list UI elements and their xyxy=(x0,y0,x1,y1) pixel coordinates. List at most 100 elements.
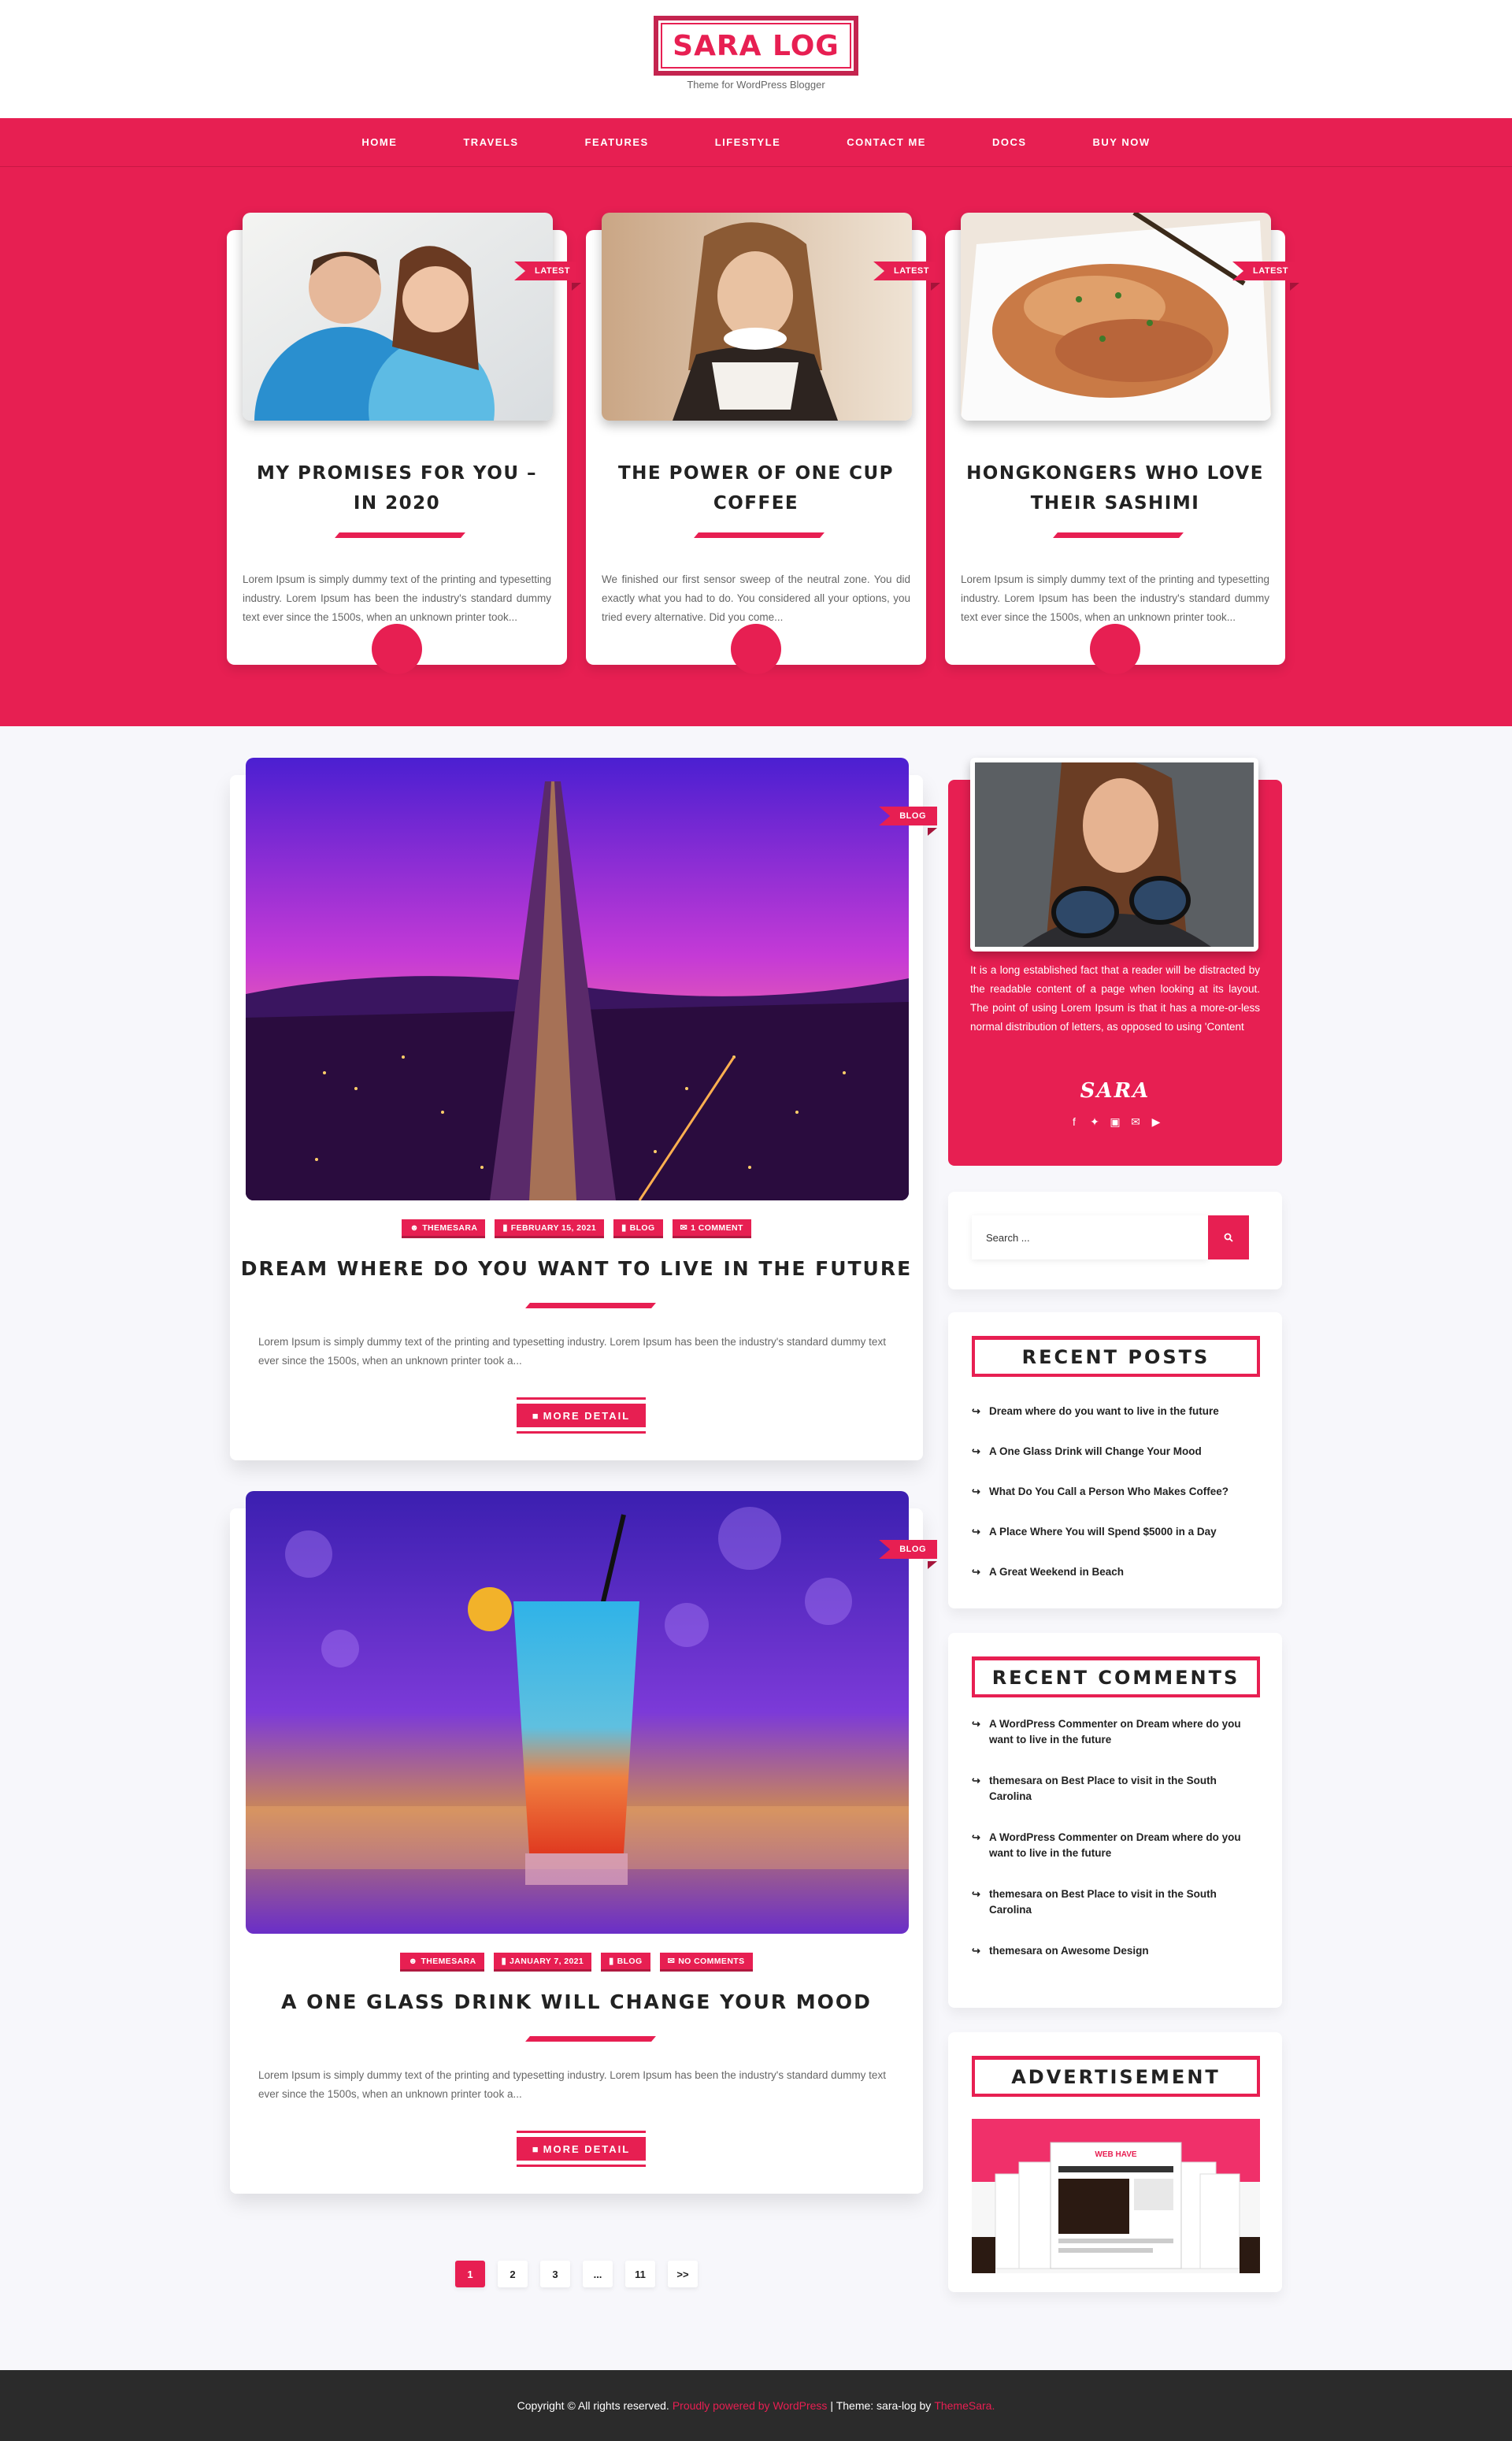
nav-docs[interactable]: DOCS xyxy=(959,136,1060,148)
recent-comment-item[interactable]: ↪ themesara on Best Place to visit in the… xyxy=(972,1773,1258,1805)
recent-comments-widget: RECENT COMMENTS ↪ A WordPress Commenter o… xyxy=(948,1633,1282,2008)
recent-comment-link[interactable]: A WordPress Commenter on Dream where do … xyxy=(989,1830,1258,1861)
next-page-button[interactable]: >> xyxy=(668,2261,698,2287)
recent-post-item[interactable]: ↪ Dream where do you want to live in the … xyxy=(972,1404,1258,1419)
arrow-icon: ↪ xyxy=(972,1566,980,1578)
post-title[interactable]: DREAM WHERE DO YOU WANT TO LIVE IN THE F… xyxy=(230,1257,923,1280)
comment-icon: ✉ xyxy=(680,1223,688,1233)
recent-comment-item[interactable]: ↪ themesara on Best Place to visit in the… xyxy=(972,1886,1258,1918)
arrow-icon: ↪ xyxy=(972,1486,980,1497)
arrow-icon: ↪ xyxy=(972,1405,980,1417)
square-icon: ■ xyxy=(532,1409,540,1422)
author-portrait xyxy=(975,757,1254,947)
user-icon: ☻ xyxy=(410,1222,420,1233)
ad-mockup-image: WEB HAVE xyxy=(972,2119,1260,2273)
site-tagline: Theme for WordPress Blogger xyxy=(687,79,825,91)
featured-title[interactable]: THE POWER OF ONE CUP COFFEE xyxy=(602,458,910,518)
comment-icon: ✉ xyxy=(667,1957,676,1966)
nav-contact-me[interactable]: CONTACT ME xyxy=(813,136,959,148)
page-2-button[interactable]: 2 xyxy=(498,2261,528,2287)
post-excerpt: Lorem Ipsum is simply dummy text of the … xyxy=(258,2069,886,2100)
page-11-button[interactable]: 11 xyxy=(625,2261,655,2287)
widget-title: RECENT POSTS xyxy=(972,1336,1260,1377)
more-detail-button[interactable]: ■ MORE DETAIL xyxy=(517,1397,646,1434)
site-title[interactable]: SARA LOG xyxy=(673,30,839,62)
recent-post-link[interactable]: A Great Weekend in Beach xyxy=(989,1564,1124,1580)
facebook-icon[interactable]: f xyxy=(1068,1115,1080,1128)
more-detail-label: MORE DETAIL xyxy=(543,2142,631,2155)
recent-comment-link[interactable]: themesara on Best Place to visit in the … xyxy=(989,1773,1258,1805)
featured-card[interactable]: LATEST THE POWER OF ONE CUP COFFEE We fi… xyxy=(586,213,940,674)
nav-travels[interactable]: TRAVELS xyxy=(430,136,551,148)
recent-posts-widget: RECENT POSTS ↪ Dream where do you want to… xyxy=(948,1312,1282,1608)
post-image-drink[interactable] xyxy=(246,1491,909,1934)
featured-image-coffee[interactable] xyxy=(602,213,912,421)
recent-post-item[interactable]: ↪ A One Glass Drink will Change Your Mood xyxy=(972,1444,1258,1460)
post-image-city[interactable] xyxy=(246,758,909,1200)
meta-author[interactable]: ☻ THEMESARA xyxy=(402,1219,486,1238)
page-3-button[interactable]: 3 xyxy=(540,2261,570,2287)
meta-category[interactable]: ▮ BLOG xyxy=(601,1953,650,1972)
advertisement-banner[interactable]: WEB HAVE xyxy=(972,2119,1260,2273)
category-label: BLOG xyxy=(629,1222,655,1233)
search-widget xyxy=(948,1192,1282,1289)
recent-post-item[interactable]: ↪ A Place Where You will Spend $5000 in a… xyxy=(972,1524,1258,1540)
meta-category[interactable]: ▮ BLOG xyxy=(613,1219,663,1238)
meta-comments[interactable]: ✉ NO COMMENTS xyxy=(659,1953,753,1972)
recent-post-link[interactable]: A One Glass Drink will Change Your Mood xyxy=(989,1444,1202,1460)
recent-post-item[interactable]: ↪ What Do You Call a Person Who Makes Cof… xyxy=(972,1484,1258,1500)
nav-buy-now[interactable]: BUY NOW xyxy=(1060,136,1184,148)
recent-comment-link[interactable]: A WordPress Commenter on Dream where do … xyxy=(989,1716,1258,1748)
themesara-link[interactable]: ThemeSara. xyxy=(934,2399,995,2412)
page-1-button[interactable]: 1 xyxy=(455,2261,485,2287)
title-underline xyxy=(335,532,465,538)
folder-icon: ▮ xyxy=(621,1223,627,1233)
main-nav: HOME TRAVELS FEATURES LIFESTYLE CONTACT … xyxy=(0,118,1512,167)
recent-comment-item[interactable]: ↪ A WordPress Commenter on Dream where do… xyxy=(972,1716,1258,1748)
city-photo xyxy=(246,758,909,1200)
recent-comment-item[interactable]: ↪ A WordPress Commenter on Dream where do… xyxy=(972,1830,1258,1861)
featured-card[interactable]: LATEST MY PROMISES FOR YOU – IN 2020 Lor… xyxy=(227,213,581,674)
recent-post-link[interactable]: A Place Where You will Spend $5000 in a … xyxy=(989,1524,1217,1540)
author-label: THEMESARA xyxy=(421,1956,476,1966)
title-underline xyxy=(694,532,825,538)
featured-title[interactable]: HONGKONGERS WHO LOVE THEIR SASHIMI xyxy=(961,458,1269,518)
email-icon[interactable]: ✉ xyxy=(1129,1115,1142,1128)
recent-comment-link[interactable]: themesara on Awesome Design xyxy=(989,1943,1149,1959)
arrow-icon: ↪ xyxy=(972,1445,980,1457)
nav-lifestyle[interactable]: LIFESTYLE xyxy=(682,136,814,148)
square-icon: ■ xyxy=(532,2142,540,2155)
featured-image-sashimi[interactable] xyxy=(961,213,1271,421)
nav-home[interactable]: HOME xyxy=(328,136,430,148)
author-photo[interactable] xyxy=(970,757,1258,952)
linkedin-icon[interactable]: ▣ xyxy=(1109,1115,1121,1128)
nav-features[interactable]: FEATURES xyxy=(552,136,682,148)
site-logo[interactable]: SARA LOG xyxy=(654,16,858,76)
post-title[interactable]: A ONE GLASS DRINK WILL CHANGE YOUR MOOD xyxy=(230,1990,923,2013)
youtube-icon[interactable]: ▶ xyxy=(1150,1115,1162,1128)
recent-comment-item[interactable]: ↪ themesara on Awesome Design xyxy=(972,1943,1258,1959)
meta-author[interactable]: ☻ THEMESARA xyxy=(400,1953,484,1972)
more-detail-button[interactable]: ■ MORE DETAIL xyxy=(517,2131,646,2167)
search-icon xyxy=(1224,1233,1233,1242)
post-meta: ☻ THEMESARA ▮ JANUARY 7, 2021 ▮ BLOG ✉ NO CO… xyxy=(230,1953,923,1972)
card-notch xyxy=(731,624,781,674)
meta-date[interactable]: ▮ FEBRUARY 15, 2021 xyxy=(495,1219,605,1238)
folder-icon: ▮ xyxy=(501,1957,507,1966)
title-underline xyxy=(525,2036,656,2042)
recent-post-link[interactable]: Dream where do you want to live in the f… xyxy=(989,1404,1219,1419)
twitter-icon[interactable]: ✦ xyxy=(1088,1115,1101,1128)
recent-post-item[interactable]: ↪ A Great Weekend in Beach xyxy=(972,1564,1258,1580)
recent-comment-link[interactable]: themesara on Best Place to visit in the … xyxy=(989,1886,1258,1918)
wordpress-link[interactable]: Proudly powered by WordPress xyxy=(673,2399,828,2412)
featured-image-couple[interactable] xyxy=(243,213,553,421)
featured-title[interactable]: MY PROMISES FOR YOU – IN 2020 xyxy=(243,458,551,518)
meta-comments[interactable]: ✉ 1 COMMENT xyxy=(672,1219,751,1238)
ribbon-fold xyxy=(1290,283,1299,291)
search-button[interactable] xyxy=(1208,1215,1249,1259)
search-input[interactable] xyxy=(972,1215,1208,1259)
featured-card[interactable]: LATEST HONGKONGERS WHO LOVE THEIR SASHIM… xyxy=(945,213,1299,674)
ad-mockup-title: WEB HAVE xyxy=(1095,2150,1136,2159)
recent-post-link[interactable]: What Do You Call a Person Who Makes Coff… xyxy=(989,1484,1228,1500)
meta-date[interactable]: ▮ JANUARY 7, 2021 xyxy=(493,1953,592,1972)
